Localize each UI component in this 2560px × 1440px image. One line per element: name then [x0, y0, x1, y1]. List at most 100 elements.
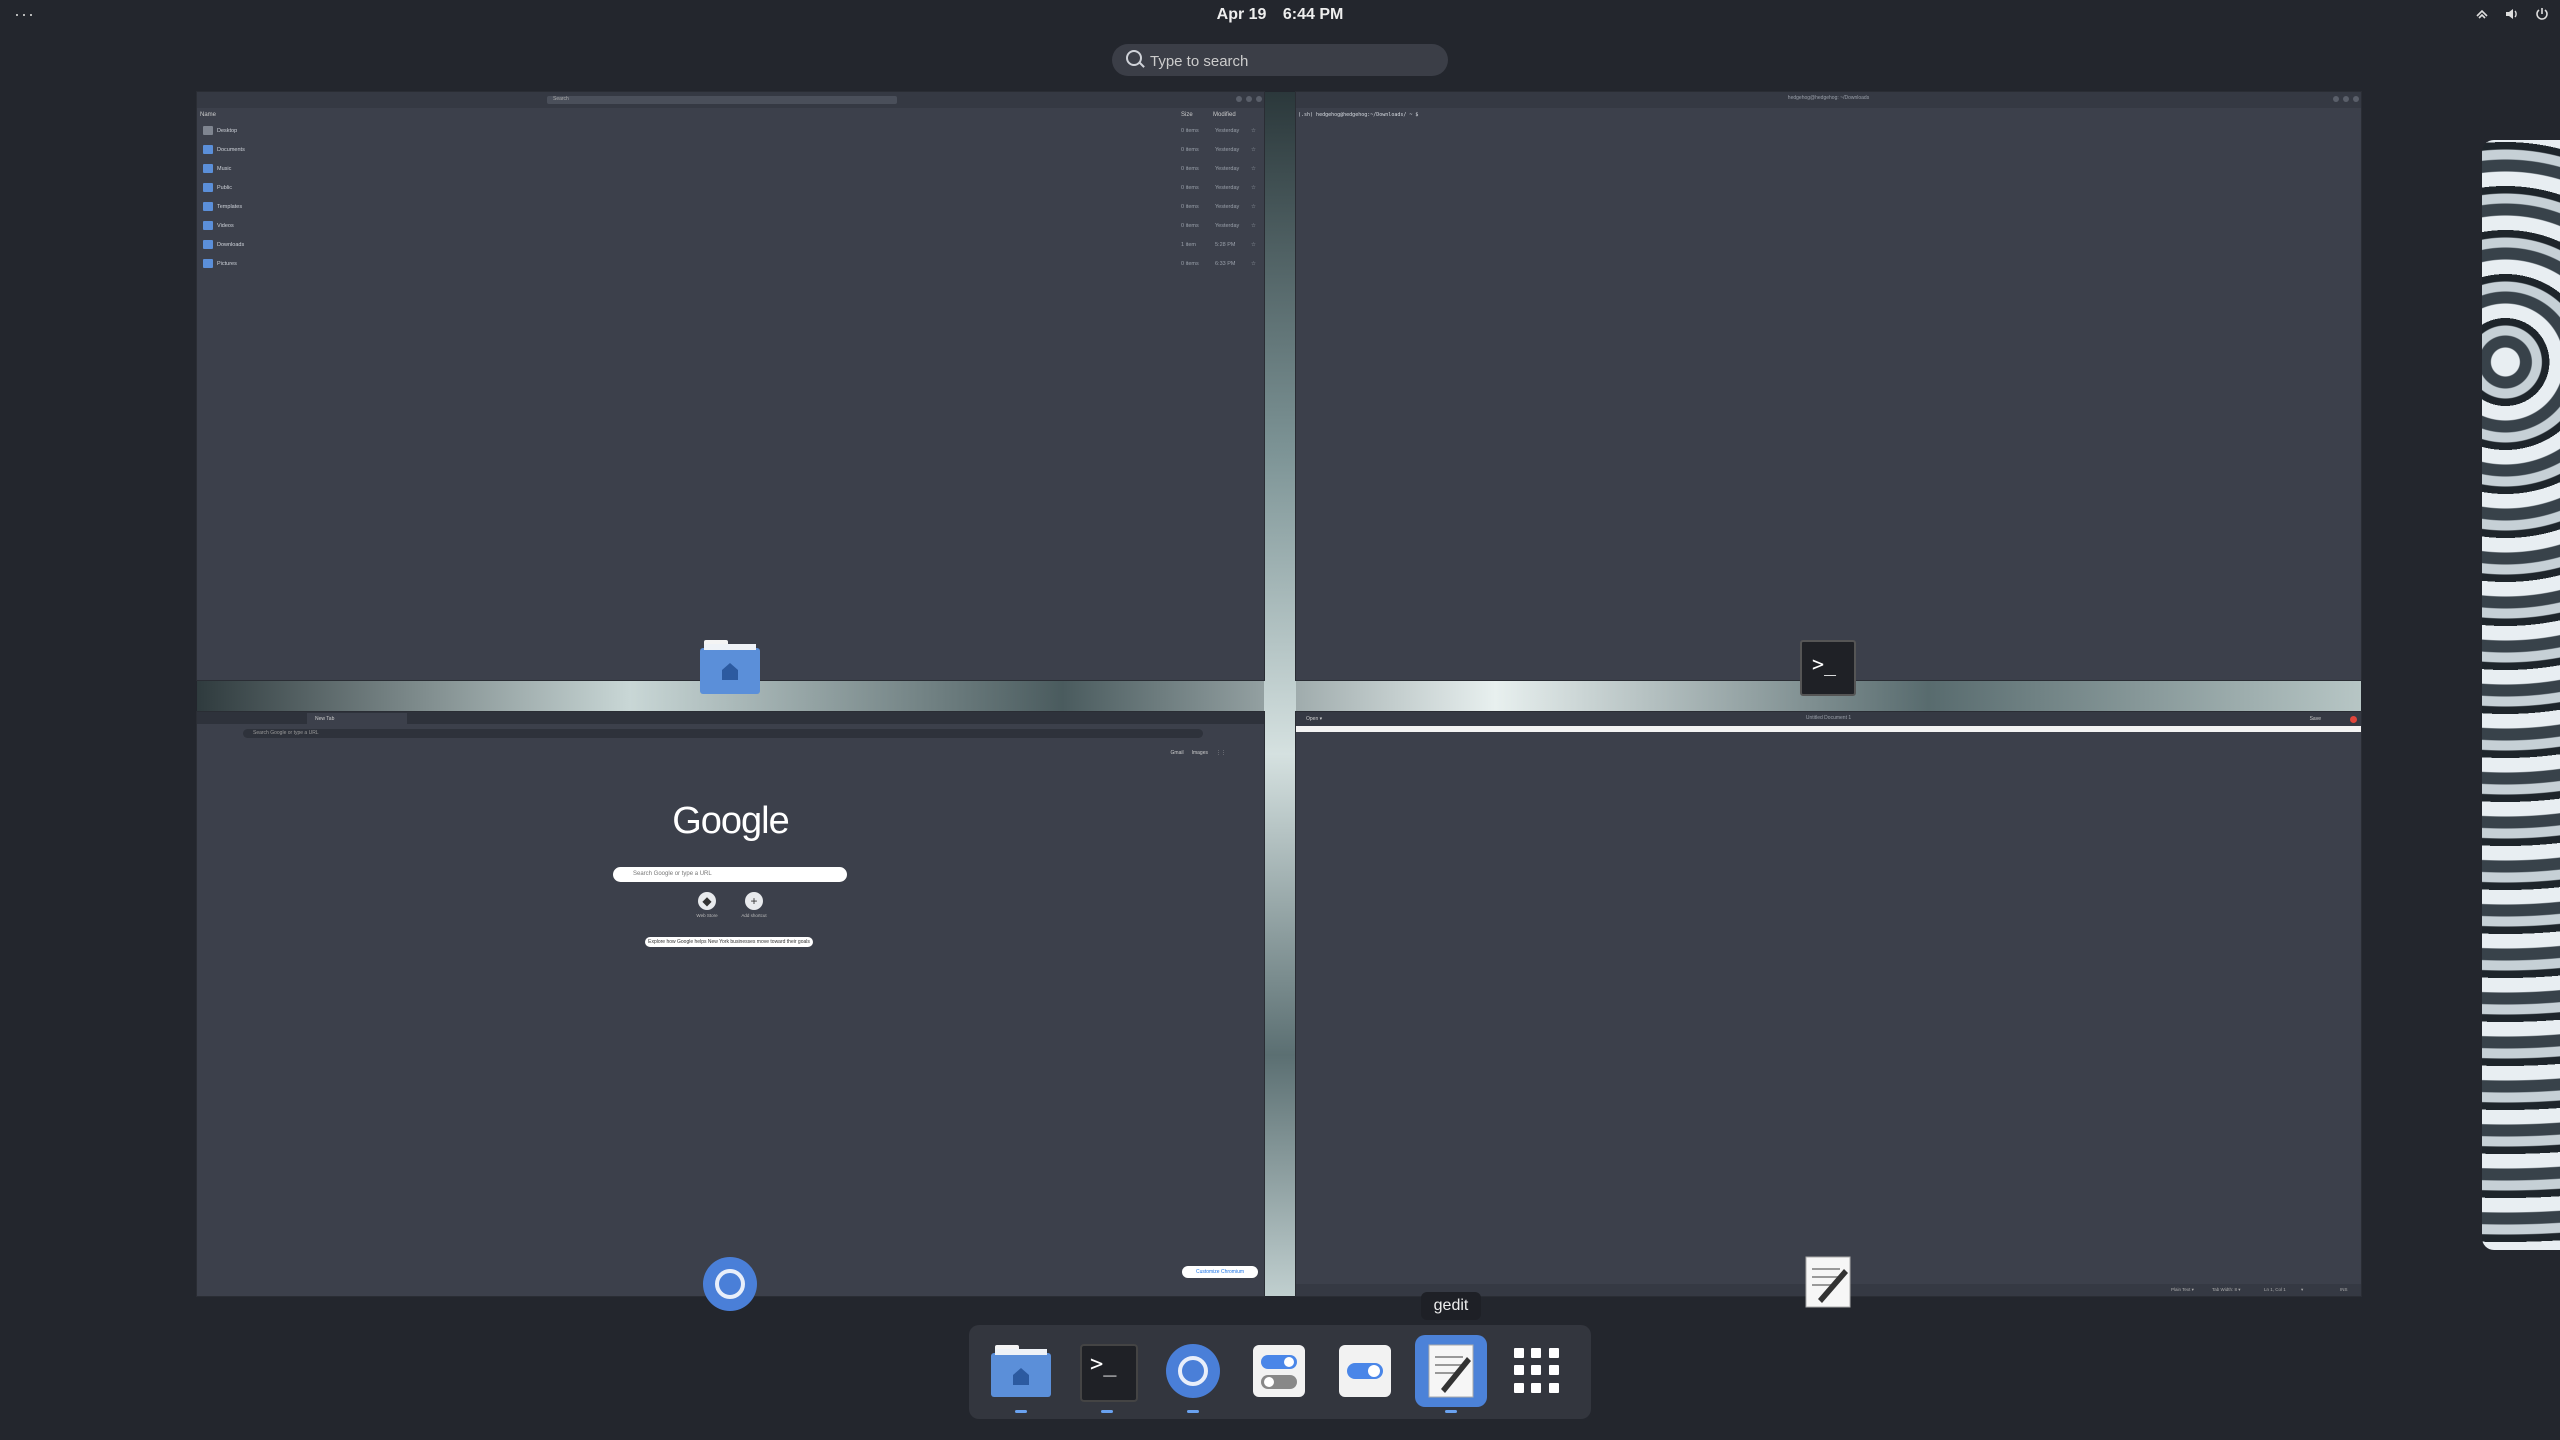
- star-icon[interactable]: ☆: [1251, 242, 1256, 248]
- file-modified: Yesterday: [1215, 128, 1240, 134]
- tab-new-tab[interactable]: New Tab: [307, 713, 407, 724]
- file-row[interactable]: Pictures 0 items 6:33 PM ☆: [197, 256, 1264, 274]
- file-name: Public: [217, 185, 232, 191]
- dash-item-gedit[interactable]: [1415, 1335, 1487, 1413]
- language-selector[interactable]: Plain Text ▾: [2171, 1287, 2194, 1293]
- workspace-thumbnail[interactable]: Search Name Size Modified Desktop 0 items…: [197, 92, 2361, 1311]
- terminal-icon: >_: [1080, 1344, 1138, 1402]
- dash-item-files[interactable]: [985, 1335, 1057, 1413]
- close-icon[interactable]: [2350, 716, 2357, 723]
- running-indicator: [1445, 1410, 1457, 1413]
- dash-item-chromium[interactable]: [1157, 1335, 1229, 1413]
- search-input[interactable]: [1148, 44, 1432, 78]
- column-name[interactable]: Name: [200, 112, 216, 118]
- shortcut-web-store[interactable]: ◆ Web Store: [687, 892, 727, 918]
- file-name: Videos: [217, 223, 234, 229]
- file-row[interactable]: Desktop 0 items Yesterday ☆: [197, 123, 1264, 141]
- close-icon[interactable]: [2353, 96, 2359, 102]
- tab-strip: New Tab: [197, 712, 1264, 724]
- shortcut-add[interactable]: + Add shortcut: [734, 892, 774, 918]
- file-name: Music: [217, 166, 232, 172]
- file-row[interactable]: Downloads 1 item 5:28 PM ☆: [197, 237, 1264, 255]
- dash-item-terminal[interactable]: >_: [1071, 1335, 1143, 1413]
- cursor-position: Ln 1, Col 1: [2264, 1287, 2286, 1292]
- folder-icon: [203, 259, 213, 268]
- file-row[interactable]: Templates 0 items Yesterday ☆: [197, 199, 1264, 217]
- folder-icon: [203, 145, 213, 154]
- files-search-box[interactable]: Search: [547, 96, 897, 104]
- column-modified[interactable]: Modified: [1213, 112, 1236, 118]
- dash-item-settings[interactable]: [1243, 1335, 1315, 1407]
- terminal-prompt[interactable]: (.sh) hedgehog@hedgehog:~/Downloads/ ~ $: [1298, 112, 1418, 118]
- images-link[interactable]: Images: [1192, 750, 1208, 756]
- dash: >_: [969, 1325, 1591, 1419]
- tab-width-selector[interactable]: Tab Width: 8 ▾: [2212, 1287, 2241, 1293]
- next-workspace-thumbnail[interactable]: [2482, 140, 2560, 1250]
- omnibox[interactable]: Search Google or type a URL: [243, 729, 1203, 738]
- folder-icon: [203, 183, 213, 192]
- minimize-icon[interactable]: [1236, 96, 1242, 102]
- files-window[interactable]: Search Name Size Modified Desktop 0 items…: [197, 92, 1264, 680]
- dash-item-tweaks[interactable]: [1329, 1335, 1401, 1407]
- overview-search[interactable]: [1112, 44, 1448, 78]
- customize-chromium-button[interactable]: Customize Chromium: [1182, 1266, 1258, 1278]
- star-icon[interactable]: ☆: [1251, 128, 1256, 134]
- file-row[interactable]: Documents 0 items Yesterday ☆: [197, 142, 1264, 160]
- terminal-window[interactable]: hedgehog@hedgehog: ~/Downloads (.sh) hed…: [1296, 92, 2361, 680]
- file-modified: Yesterday: [1215, 147, 1240, 153]
- search-icon: [1126, 50, 1142, 66]
- google-search-placeholder: Search Google or type a URL: [633, 871, 712, 877]
- files-headerbar: Search: [197, 92, 1264, 108]
- save-button[interactable]: Save: [2310, 716, 2321, 722]
- promo-banner[interactable]: Explore how Google helps New York busine…: [645, 937, 813, 947]
- gedit-window[interactable]: Open ▾ Untitled Document 1 Save Plain Te…: [1296, 712, 2361, 1296]
- settings-toggle-icon: [1253, 1345, 1305, 1397]
- star-icon[interactable]: ☆: [1251, 223, 1256, 229]
- file-modified: Yesterday: [1215, 223, 1240, 229]
- folder-icon: [203, 221, 213, 230]
- running-indicator: [1187, 1410, 1199, 1413]
- file-modified: 6:33 PM: [1215, 261, 1236, 267]
- position-dropdown[interactable]: ▾: [2301, 1287, 2303, 1293]
- wallpaper-strip-vertical: [1264, 92, 1296, 1296]
- file-row[interactable]: Videos 0 items Yesterday ☆: [197, 218, 1264, 236]
- star-icon[interactable]: ☆: [1251, 204, 1256, 210]
- file-name: Desktop: [217, 128, 238, 134]
- star-icon[interactable]: ☆: [1251, 261, 1256, 267]
- file-row[interactable]: Music 0 items Yesterday ☆: [197, 161, 1264, 179]
- file-modified: Yesterday: [1215, 204, 1240, 210]
- power-icon: [2536, 8, 2548, 20]
- column-size[interactable]: Size: [1181, 112, 1193, 118]
- apps-icon[interactable]: ⋮⋮: [1216, 750, 1226, 756]
- network-icon: [2476, 9, 2488, 19]
- shortcut-label: Web Store: [696, 913, 718, 918]
- close-icon[interactable]: [1256, 96, 1262, 102]
- chromium-icon: [1166, 1344, 1220, 1398]
- file-row[interactable]: Public 0 items Yesterday ☆: [197, 180, 1264, 198]
- shortcut-label: Add shortcut: [741, 913, 767, 918]
- tweaks-toggle-icon: [1339, 1345, 1391, 1397]
- gedit-icon: [1428, 1344, 1474, 1398]
- folder-icon: [203, 202, 213, 211]
- search-icon[interactable]: [2333, 96, 2339, 102]
- star-icon[interactable]: ☆: [1251, 166, 1256, 172]
- gedit-app-icon: [1805, 1256, 1851, 1308]
- clock[interactable]: Apr 19 6:44 PM: [0, 6, 2560, 24]
- file-size: 0 items: [1181, 223, 1199, 229]
- file-name: Pictures: [217, 261, 237, 267]
- menu-icon[interactable]: [2343, 96, 2349, 102]
- maximize-icon[interactable]: [1246, 96, 1252, 102]
- google-logo: Google: [672, 800, 790, 842]
- running-indicator: [1015, 1410, 1027, 1413]
- star-icon[interactable]: ☆: [1251, 185, 1256, 191]
- google-search-box[interactable]: Search Google or type a URL: [613, 867, 847, 882]
- gmail-link[interactable]: Gmail: [1171, 750, 1184, 756]
- star-icon[interactable]: ☆: [1251, 147, 1256, 153]
- chromium-window[interactable]: New Tab Search Google or type a URL Gmai…: [197, 712, 1264, 1296]
- gedit-tab-area: [1296, 726, 2361, 732]
- terminal-app-icon: >_: [1800, 640, 1856, 696]
- file-modified: 5:28 PM: [1215, 242, 1236, 248]
- show-applications-button[interactable]: [1501, 1335, 1573, 1407]
- time-label: 6:44 PM: [1282, 6, 1344, 23]
- system-tray[interactable]: [2474, 6, 2550, 22]
